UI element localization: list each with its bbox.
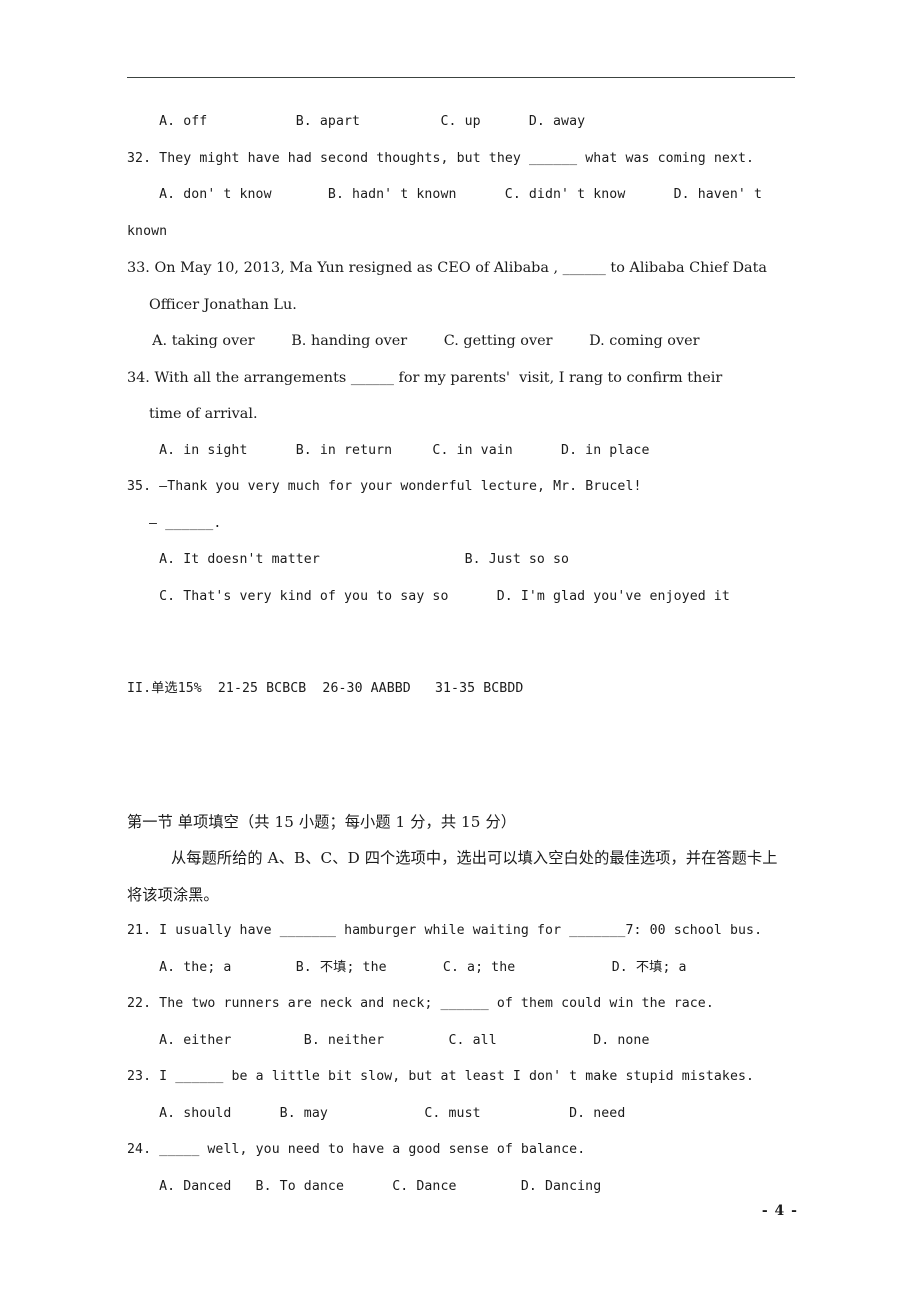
section-instruction: 从每题所给的 A、B、C、D 四个选项中，选出可以填入空白处的最佳选项，并在答题… [171, 849, 778, 867]
question-stem: 23. I ______ be a little bit slow, but a… [127, 1069, 755, 1084]
header-rule [127, 77, 795, 78]
option-row: A. don' t know B. hadn' t known C. didn'… [143, 187, 763, 202]
option-row: A. taking over B. handing over C. gettin… [143, 333, 700, 349]
question-stem: 33. On May 10, 2013, Ma Yun resigned as … [127, 260, 767, 276]
option-row: C. That's very kind of you to say so D. … [143, 588, 730, 604]
option-row: A. It doesn't matter B. Just so so [143, 552, 570, 567]
exam-page: A. off B. apart C. up D. away 32. They m… [0, 0, 920, 1302]
section-instruction: 将该项涂黑。 [127, 885, 219, 904]
option-row: A. the; a B. 不填; the C. a; the D. 不填; a [143, 959, 687, 975]
wrapped-line: known [127, 223, 168, 239]
wrapped-line: — ______. [149, 515, 222, 531]
question-block-bottom: 21. I usually have _______ hamburger whi… [127, 913, 799, 1205]
option-row: A. either B. neither C. all D. none [143, 1032, 650, 1048]
option-row: A. Danced B. To dance C. Dance D. Dancin… [143, 1178, 602, 1194]
answer-key: II.单选15% 21-25 BCBCB 26-30 AABBD 31-35 B… [127, 681, 524, 696]
question-block-top: A. off B. apart C. up D. away 32. They m… [127, 104, 799, 615]
page-content: A. off B. apart C. up D. away 32. They m… [127, 104, 799, 1205]
option-row: A. should B. may C. must D. need [143, 1105, 626, 1121]
question-stem: 35. —Thank you very much for your wonder… [127, 479, 642, 494]
question-stem: 22. The two runners are neck and neck; _… [127, 996, 714, 1011]
wrapped-line: time of arrival. [149, 406, 258, 422]
section-header-block: 第一节 单项填空（共 15 小题；每小题 1 分，共 15 分） 从每题所给的 … [127, 804, 799, 914]
question-stem: 32. They might have had second thoughts,… [127, 150, 755, 166]
page-number: - 4 - [761, 1203, 798, 1219]
question-stem: 24. _____ well, you need to have a good … [127, 1142, 586, 1157]
question-stem: 34. With all the arrangements ______ for… [127, 369, 723, 386]
option-row: A. off B. apart C. up D. away [143, 114, 586, 129]
question-stem: 21. I usually have _______ hamburger whi… [127, 923, 763, 938]
section-heading: 第一节 单项填空（共 15 小题；每小题 1 分，共 15 分） [127, 812, 517, 831]
option-row: A. in sight B. in return C. in vain D. i… [143, 442, 650, 458]
wrapped-line: Officer Jonathan Lu. [149, 296, 297, 313]
